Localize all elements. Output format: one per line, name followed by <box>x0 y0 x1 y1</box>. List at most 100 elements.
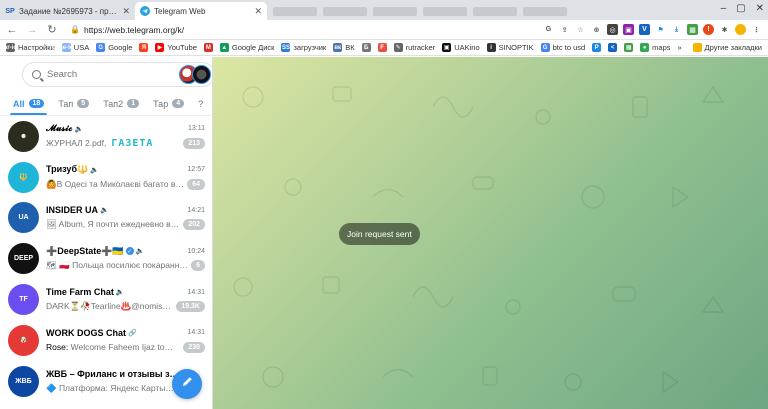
folder-tab[interactable]: Тап 5 <box>58 92 90 115</box>
bookmark-label: USA <box>73 43 90 52</box>
chat-time: 10:24 <box>187 247 205 255</box>
chat-background: Join request sent <box>213 57 768 409</box>
bookmark-item[interactable]: Я <box>139 43 149 52</box>
chat-list-item[interactable]: UA INSIDER UA 🔈 14:21 🖼 Album, Я почти ежедн… <box>0 198 212 239</box>
translate-icon[interactable]: G <box>543 24 554 35</box>
browser-window: SP Задание №2695973 - просмотр з ✕ Teleg… <box>0 0 768 409</box>
puzzle-icon[interactable]: ✱ <box>719 24 730 35</box>
muted-icon: 🔈 <box>115 289 125 297</box>
background-tab[interactable] <box>323 6 367 16</box>
forward-icon[interactable]: → <box>26 24 38 36</box>
chat-preview-text: ЖУРНАЛ 2.pdf, <box>46 137 107 148</box>
bookmark-item[interactable]: Б <box>361 43 371 52</box>
chat-preview-text: 🙆В Одесі та Миколаєві багато ви… <box>46 178 185 189</box>
back-icon[interactable]: ← <box>6 24 18 36</box>
bookmark-star-icon[interactable]: ☆ <box>575 24 586 35</box>
other-bookmarks-folder[interactable]: Другие закладки <box>692 43 762 52</box>
chat-list-item[interactable]: ☻ 𝓜𝓾𝓼𝓲𝓬 🔈 13:11 ЖУРНАЛ 2.pdf, ГАЗЕТА 213 <box>0 116 212 157</box>
chat-header-row: 𝓜𝓾𝓼𝓲𝓬 🔈 13:11 <box>46 122 205 135</box>
minimize-icon[interactable]: – <box>721 3 727 14</box>
tab-close-icon[interactable]: ✕ <box>122 6 130 17</box>
folder-tab[interactable]: Тар 4 <box>153 92 185 115</box>
background-tab[interactable] <box>273 6 317 16</box>
avatar-text: DEEP <box>13 255 34 263</box>
pin-icon[interactable]: ⚑ <box>655 24 666 35</box>
bookmarks-bar: gear-iconНастройкиpage-iconUSA GGoogle Я ▶Y… <box>0 40 768 56</box>
bookmark-favicon-icon: ✎ <box>393 43 403 52</box>
profile-ext-icon[interactable]: ! <box>703 24 714 35</box>
menu-dots-icon[interactable]: ⋮ <box>751 24 762 35</box>
bookmark-item[interactable]: F <box>377 43 387 52</box>
bookmark-item[interactable]: G Google <box>96 43 132 52</box>
avatar-text: ЖВБ <box>15 377 32 385</box>
tab-zadanie[interactable]: SP Задание №2695973 - просмотр з ✕ <box>0 2 135 20</box>
maximize-icon[interactable]: ▢ <box>736 3 745 14</box>
tab-telegram[interactable]: Telegram Web ✕ <box>135 2 267 20</box>
stories-avatars[interactable] <box>179 65 211 84</box>
bookmark-item[interactable]: ▣ UAKino <box>442 43 480 52</box>
search-box[interactable] <box>22 62 212 87</box>
bookmark-item[interactable]: page-icon USA <box>52 43 90 52</box>
bookmark-item[interactable]: M <box>203 43 213 52</box>
chat-preview: 🖼 Album, Я почти ежедневно ви… <box>46 219 180 230</box>
bookmark-favicon-icon: gear-icon <box>0 43 25 52</box>
chat-list-item[interactable]: 🔱 Тризуб🔱 🔈 12:57 🙆В Одесі та Миколаєві бага… <box>0 157 212 198</box>
chat-title: Time Farm Chat <box>46 287 114 298</box>
chat-list-item[interactable]: 🐶 WORK DOGS Chat 🔗 14:31 Rose: Welcome Fahee… <box>0 320 212 361</box>
bookmark-item[interactable]: SS загрузчик <box>281 43 326 52</box>
vpn-icon[interactable]: V <box>639 24 650 35</box>
reload-icon[interactable]: ↻ <box>46 23 58 36</box>
search-input[interactable] <box>47 69 179 80</box>
folder-tab[interactable]: Тап2 1 <box>103 92 140 115</box>
bookmark-label: rutracker <box>405 43 436 52</box>
bookmarks-overflow-button[interactable]: » <box>678 43 682 52</box>
muted-icon: 🔈 <box>74 125 84 133</box>
bookmark-item[interactable]: < <box>608 43 618 52</box>
chat-preview-row: Rose: Welcome Faheem Ijaz to… 230 <box>46 340 205 354</box>
close-window-icon[interactable]: ✕ <box>756 3 764 14</box>
globe-icon[interactable]: ⊕ <box>591 24 602 35</box>
folder-tab[interactable]: All 18 <box>9 92 48 115</box>
unread-badge: 64 <box>187 178 205 190</box>
share-icon[interactable]: ⇪ <box>559 24 570 35</box>
bookmark-item[interactable]: Gbtc to usd <box>540 43 585 52</box>
background-tab[interactable] <box>423 6 467 16</box>
bookmark-item[interactable]: ✎ rutracker <box>393 43 436 52</box>
bookmark-favicon-icon: Я <box>139 43 149 52</box>
extension-icon[interactable]: ▣ <box>623 24 634 35</box>
folder-tab[interactable]: ? <box>198 92 203 115</box>
background-tab[interactable] <box>373 6 417 16</box>
grid-icon[interactable]: ▦ <box>687 24 698 35</box>
chat-list-item[interactable]: DEEP ➕DeepState➕🇺🇦 ✓ 🔈 10:24 🗺 🇵🇱 Польща поси… <box>0 238 212 279</box>
tab-close-icon[interactable]: ✕ <box>254 6 262 17</box>
bookmark-item[interactable]: вк ВК <box>333 43 355 52</box>
shield-icon[interactable]: ◎ <box>607 24 618 35</box>
chat-header-row: Time Farm Chat 🔈 14:31 <box>46 286 205 299</box>
chat-list-item[interactable]: TF Time Farm Chat 🔈 14:31 DARK⏳🥀Tearline♨️@n… <box>0 279 212 320</box>
avatar: 🔱 <box>8 161 39 193</box>
chat-title: INSIDER UA <box>46 205 99 216</box>
bookmark-item[interactable]: ▶ YouTube <box>155 43 197 52</box>
chat-list: ☻ 𝓜𝓾𝓼𝓲𝓬 🔈 13:11 ЖУРНАЛ 2.pdf, ГАЗЕТА 213 🔱 Тризу… <box>0 116 212 402</box>
background-tab[interactable] <box>473 6 517 16</box>
background-tab[interactable] <box>523 6 567 16</box>
avatar-text: 🔱 <box>19 174 28 182</box>
bookmark-favicon-icon: G <box>540 43 550 52</box>
bookmark-item[interactable]: ▲ Google Диск <box>219 43 274 52</box>
folder-tabs: All 18 Тап 5 Тап2 1 Тар 4? <box>0 92 212 116</box>
avatar[interactable] <box>735 24 746 35</box>
new-message-button[interactable] <box>172 369 202 399</box>
bookmark-item[interactable]: ● maps <box>640 43 671 52</box>
chat-header-row: ➕DeepState➕🇺🇦 ✓ 🔈 10:24 <box>46 245 205 258</box>
avatar[interactable] <box>192 65 211 84</box>
address-bar[interactable]: 🔒 https://web.telegram.org/k/ <box>66 22 535 38</box>
bookmark-item[interactable]: gear-iconНастройки <box>0 43 55 52</box>
folder-unread-badge: 1 <box>127 99 140 108</box>
bookmark-item[interactable]: ▦ <box>624 43 634 52</box>
avatar: TF <box>8 284 39 316</box>
folder-icon <box>692 43 702 52</box>
download-icon[interactable]: ⤓ <box>671 24 682 35</box>
bookmark-item[interactable]: i SINOPTIK <box>486 43 534 52</box>
bookmark-item[interactable]: P <box>592 43 602 52</box>
bookmark-label: maps <box>652 43 671 52</box>
